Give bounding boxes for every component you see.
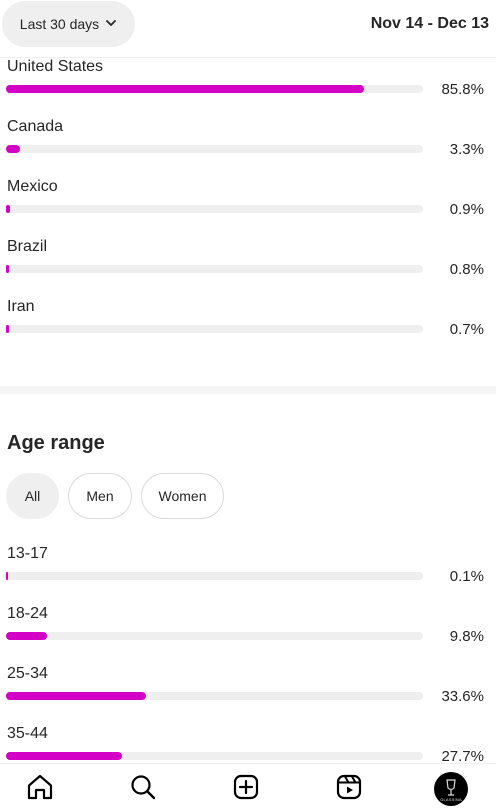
country-row: Brazil 0.8% — [0, 238, 496, 298]
reels-icon[interactable] — [334, 772, 364, 802]
filter-label: Women — [158, 488, 207, 504]
progress-fill — [6, 752, 122, 760]
country-percent: 0.9% — [449, 201, 484, 218]
country-row: United States 85.8% — [0, 58, 496, 118]
chevron-down-icon — [105, 16, 117, 32]
country-row: Iran 0.7% — [0, 298, 496, 358]
progress-fill — [6, 632, 47, 640]
progress-fill — [6, 572, 8, 580]
progress-track — [6, 145, 423, 153]
progress-fill — [6, 692, 147, 700]
age-row: 18-24 9.8% — [0, 605, 496, 665]
country-name: Canada — [7, 118, 64, 135]
progress-track — [6, 572, 423, 580]
filter-all-button[interactable]: All — [6, 473, 59, 519]
country-percent: 3.3% — [449, 141, 484, 158]
search-icon[interactable] — [128, 772, 158, 802]
top-bar: Last 30 days Nov 14 - Dec 13 — [0, 0, 496, 58]
country-percent: 0.7% — [449, 321, 484, 338]
home-icon[interactable] — [25, 772, 55, 802]
progress-track — [6, 632, 423, 640]
age-range-name: 35-44 — [7, 725, 48, 742]
progress-fill — [6, 265, 10, 273]
age-range-name: 18-24 — [7, 605, 48, 622]
age-percent: 0.1% — [449, 568, 484, 585]
progress-fill — [6, 205, 10, 213]
create-icon[interactable] — [231, 772, 261, 802]
age-row: 13-17 0.1% — [0, 545, 496, 605]
section-divider — [0, 386, 496, 394]
progress-track — [6, 692, 423, 700]
date-range-text: Nov 14 - Dec 13 — [370, 15, 489, 32]
country-name: Brazil — [7, 238, 48, 255]
country-name: Mexico — [7, 178, 58, 195]
progress-track — [6, 85, 423, 93]
avatar-logo-text: GLASSINA — [440, 797, 462, 802]
progress-fill — [6, 85, 364, 93]
country-percent: 0.8% — [449, 261, 484, 278]
progress-fill — [6, 325, 9, 333]
progress-track — [6, 265, 423, 273]
country-row: Canada 3.3% — [0, 118, 496, 178]
progress-track — [6, 752, 423, 760]
progress-track — [6, 205, 423, 213]
filter-men-button[interactable]: Men — [68, 473, 132, 519]
age-range-title: Age range — [7, 432, 105, 454]
country-name: United States — [7, 58, 104, 75]
filter-label: All — [24, 488, 41, 504]
progress-fill — [6, 145, 20, 153]
age-range-name: 25-34 — [7, 665, 48, 682]
age-percent: 9.8% — [449, 628, 484, 645]
profile-avatar[interactable]: GLASSINA — [434, 772, 468, 806]
country-percent: 85.8% — [441, 81, 484, 98]
filter-women-button[interactable]: Women — [141, 473, 224, 519]
filter-label: Men — [86, 488, 114, 504]
country-name: Iran — [7, 298, 35, 315]
age-percent: 33.6% — [441, 688, 484, 705]
date-range-dropdown[interactable]: Last 30 days — [2, 1, 135, 47]
bottom-nav: GLASSINA — [0, 763, 496, 808]
age-range-name: 13-17 — [7, 545, 48, 562]
age-row: 25-34 33.6% — [0, 665, 496, 725]
progress-track — [6, 325, 423, 333]
country-row: Mexico 0.9% — [0, 178, 496, 238]
date-range-label: Last 30 days — [19, 16, 100, 32]
